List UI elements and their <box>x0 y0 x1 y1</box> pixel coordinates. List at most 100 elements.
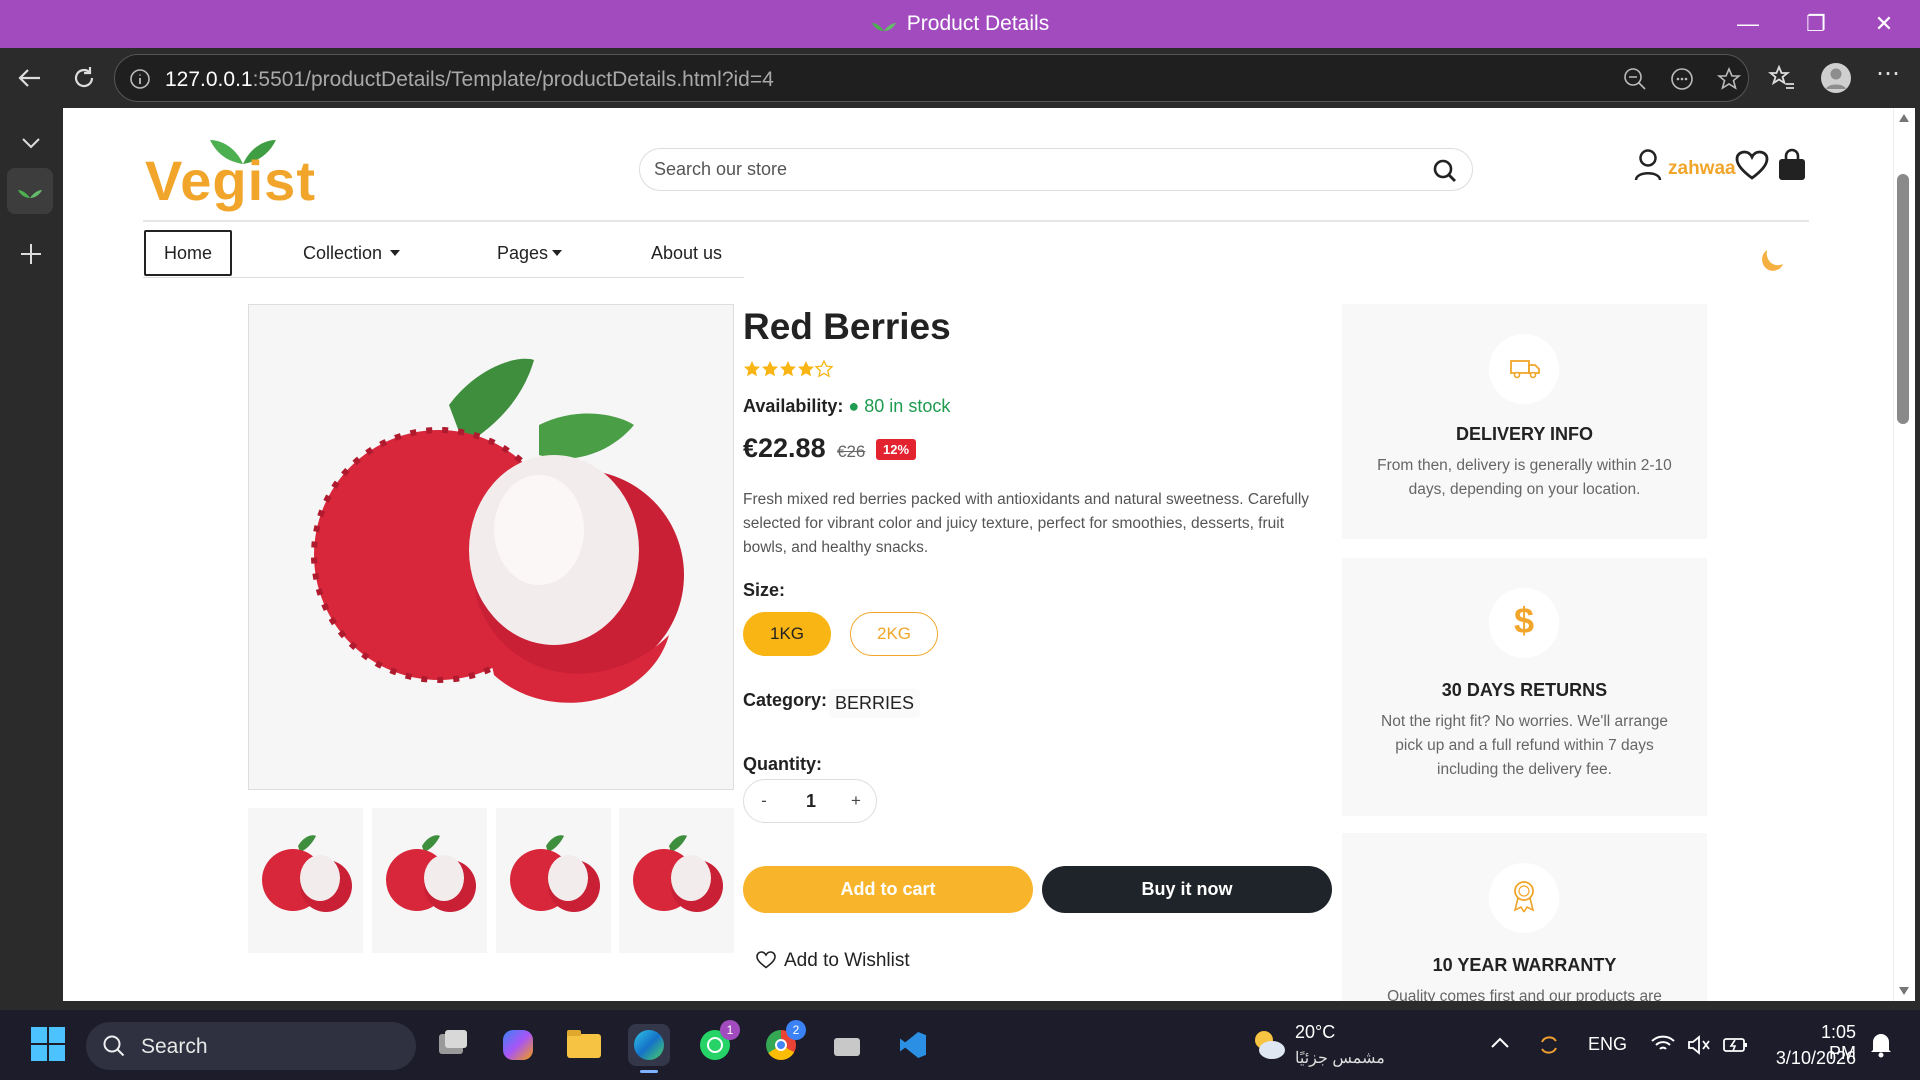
quantity-value[interactable]: 1 <box>784 780 838 822</box>
nav-collection[interactable]: Collection <box>303 230 401 276</box>
new-tab-plus-icon[interactable] <box>17 240 45 268</box>
star-filled-icon <box>780 361 796 377</box>
input-language[interactable]: ENG <box>1588 1034 1627 1055</box>
sidebar-tab-active[interactable] <box>7 168 53 214</box>
card-title: 30 DAYS RETURNS <box>1441 680 1608 700</box>
star-filled-icon <box>762 361 778 377</box>
availability-label: Availability: <box>743 396 844 416</box>
favorite-star-icon[interactable] <box>1717 67 1741 91</box>
category-label: Category: <box>743 690 828 710</box>
nav-collection-label: Collection <box>303 243 383 263</box>
app-icon[interactable] <box>826 1024 868 1066</box>
chevron-down-icon[interactable] <box>18 130 44 156</box>
cart-bag-icon[interactable] <box>1777 148 1807 182</box>
copilot-icon[interactable] <box>497 1024 539 1066</box>
notification-bell-icon[interactable] <box>1868 1030 1894 1058</box>
reader-icon[interactable] <box>1670 67 1694 91</box>
url-host: 127.0.0.1 <box>165 68 253 91</box>
quantity-increase-button[interactable]: + <box>836 780 876 822</box>
dark-mode-moon-icon[interactable] <box>1757 242 1789 274</box>
task-view-icon[interactable] <box>431 1024 473 1066</box>
info-icon[interactable] <box>129 68 151 90</box>
store-search[interactable] <box>639 148 1473 191</box>
volume-muted-icon[interactable] <box>1686 1034 1712 1056</box>
buy-now-button[interactable]: Buy it now <box>1042 866 1332 913</box>
vscode-icon[interactable] <box>892 1024 934 1066</box>
zoom-out-icon[interactable] <box>1623 67 1647 91</box>
nav-home[interactable]: Home <box>144 230 232 276</box>
window-titlebar: Product Details — ❐ ✕ <box>0 0 1920 48</box>
add-to-wishlist-link[interactable]: Add to Wishlist <box>756 950 910 972</box>
weather-partly-sunny-icon[interactable] <box>1248 1026 1288 1062</box>
restore-button[interactable]: ❐ <box>1802 10 1830 38</box>
wifi-icon[interactable] <box>1650 1034 1676 1054</box>
battery-charging-icon[interactable] <box>1722 1034 1750 1056</box>
product-thumbnail[interactable] <box>619 808 734 953</box>
size-option-2kg[interactable]: 2KG <box>850 612 938 656</box>
search-icon[interactable] <box>1432 158 1458 184</box>
nav-pages-label: Pages <box>497 243 549 263</box>
window-title: Product Details <box>906 12 1050 35</box>
refresh-icon[interactable] <box>70 64 98 92</box>
product-thumbnail[interactable] <box>248 808 363 953</box>
windows-start-icon[interactable] <box>30 1026 66 1062</box>
card-text: From then, delivery is generally within … <box>1377 457 1672 498</box>
add-to-cart-button[interactable]: Add to cart <box>743 866 1033 913</box>
edge-browser-icon[interactable] <box>628 1024 670 1073</box>
profile-avatar-icon[interactable] <box>1820 62 1852 94</box>
warranty-card: 10 YEAR WARRANTY Quality comes first and… <box>1342 833 1707 1001</box>
caret-down-icon <box>552 250 563 256</box>
card-title: 10 YEAR WARRANTY <box>1432 955 1617 975</box>
file-explorer-icon[interactable] <box>563 1024 605 1066</box>
chevron-up-icon[interactable] <box>1490 1036 1510 1050</box>
card-title: DELIVERY INFO <box>1455 424 1594 444</box>
lychee-thumbnail-illustration <box>386 835 476 912</box>
truck-icon <box>1510 360 1540 379</box>
close-button[interactable]: ✕ <box>1870 10 1898 38</box>
clock-date[interactable]: 3/10/2026 <box>1770 1048 1856 1069</box>
scroll-down-arrow-icon[interactable] <box>1899 987 1909 995</box>
quantity-label: Quantity: <box>743 754 822 774</box>
product-thumbnail[interactable] <box>496 808 611 953</box>
caret-down-icon <box>390 250 401 256</box>
nav-about[interactable]: About us <box>651 230 722 276</box>
logo-text[interactable]: Vegist <box>145 148 316 213</box>
url-path: :5501/productDetails/Template/productDet… <box>252 68 774 91</box>
star-empty-icon <box>814 360 834 378</box>
card-icon-circle <box>1489 334 1559 404</box>
lychee-thumbnail-illustration <box>262 835 352 912</box>
quantity-decrease-button[interactable]: - <box>744 780 784 822</box>
card-text: Not the right fit? No worries. We'll arr… <box>1381 713 1668 778</box>
user-icon[interactable] <box>1633 148 1663 182</box>
url-text[interactable]: 127.0.0.1:5501/productDetails/Template/p… <box>165 68 774 92</box>
taskbar-search[interactable]: Search <box>86 1022 416 1070</box>
leaf-tab-icon <box>18 190 42 198</box>
wishlist-label: Add to Wishlist <box>784 950 910 971</box>
search-icon <box>103 1035 125 1057</box>
category-value[interactable]: BERRIES <box>829 689 921 718</box>
weather-description[interactable]: مشمس جزئيًا <box>1295 1048 1385 1068</box>
product-thumbnail[interactable] <box>372 808 487 953</box>
weather-temperature[interactable]: 20°C <box>1295 1022 1335 1043</box>
address-bar[interactable]: 127.0.0.1:5501/productDetails/Template/p… <box>114 54 1749 102</box>
card-text: Quality comes first and our products are <box>1387 988 1662 1001</box>
delivery-info-card: DELIVERY INFO From then, delivery is gen… <box>1342 304 1707 539</box>
favorites-icon[interactable] <box>1768 64 1796 92</box>
size-option-1kg[interactable]: 1KG <box>743 612 831 656</box>
wishlist-heart-icon[interactable] <box>1735 150 1769 180</box>
store-search-input[interactable] <box>654 159 1414 180</box>
scrollbar-thumb[interactable] <box>1897 174 1909 424</box>
chrome-badge: 2 <box>786 1020 806 1040</box>
lychee-illustration <box>311 358 684 703</box>
scroll-up-arrow-icon[interactable] <box>1899 114 1909 122</box>
returns-card: $ 30 DAYS RETURNS Not the right fit? No … <box>1342 558 1707 816</box>
quantity-stepper: - 1 + <box>743 779 877 823</box>
minimize-button[interactable]: — <box>1734 10 1762 38</box>
username-link[interactable]: zahwaa <box>1668 158 1736 180</box>
product-main-image[interactable] <box>248 304 734 790</box>
sync-icon[interactable] <box>1536 1032 1562 1058</box>
more-menu-icon[interactable]: ⋯ <box>1876 62 1904 92</box>
price: €22.88 <box>743 433 826 463</box>
nav-pages[interactable]: Pages <box>497 230 563 276</box>
back-icon[interactable] <box>16 64 44 92</box>
